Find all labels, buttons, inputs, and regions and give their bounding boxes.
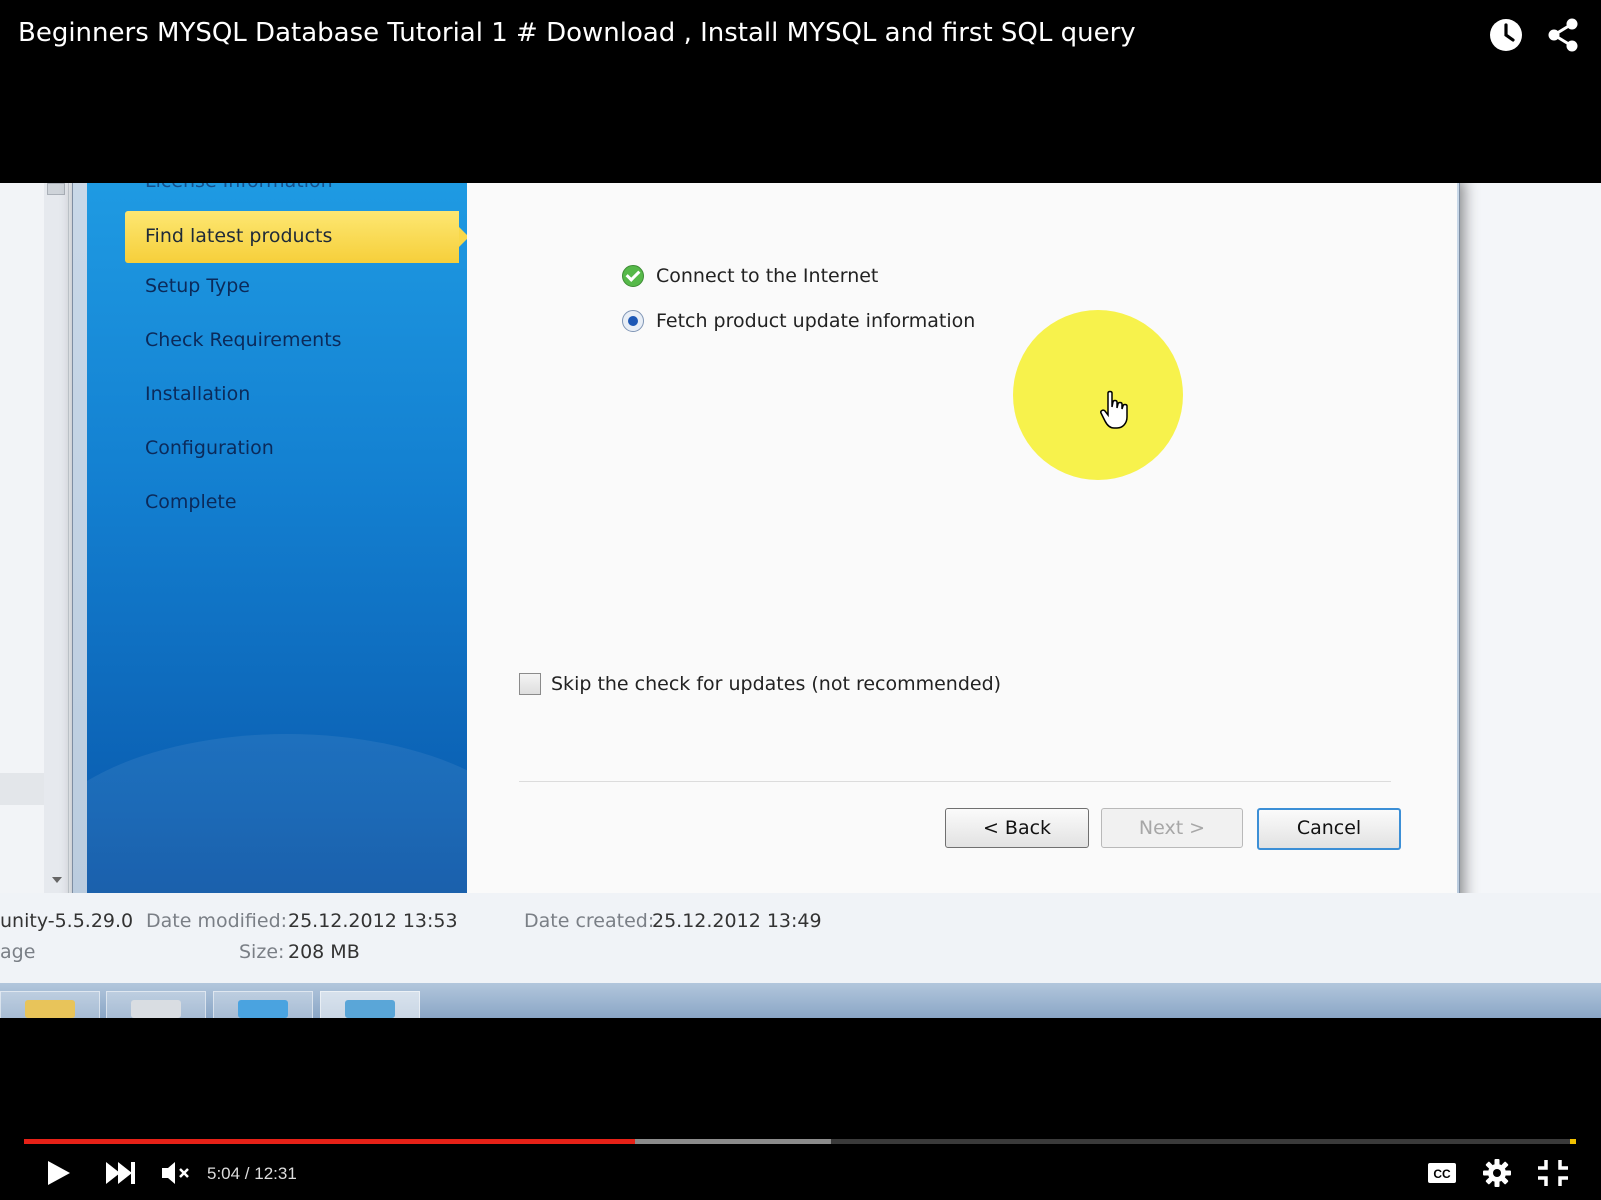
video-title[interactable]: Beginners MYSQL Database Tutorial 1 # Do…: [18, 18, 1136, 48]
explorer-details-pane: unity-5.5.29.0 Date modified: 25.12.2012…: [0, 893, 1601, 983]
play-icon[interactable]: [44, 1159, 72, 1187]
video-title-bar: Beginners MYSQL Database Tutorial 1 # Do…: [0, 0, 1601, 72]
exit-fullscreen-icon[interactable]: [1536, 1158, 1570, 1188]
task-label: Fetch product update information: [656, 310, 976, 332]
taskbar-mysql-button[interactable]: [320, 991, 420, 1018]
scroll-thumb[interactable]: [47, 183, 65, 195]
closed-captions-button[interactable]: CC: [1427, 1162, 1457, 1184]
cancel-button[interactable]: Cancel: [1257, 808, 1401, 850]
file-name: unity-5.5.29.0: [0, 910, 134, 932]
scroll-down-icon[interactable]: [52, 877, 62, 883]
installer-icon: [238, 1000, 288, 1018]
mysql-icon: [345, 1000, 395, 1018]
next-button[interactable]: Next >: [1101, 808, 1243, 848]
button-divider: [519, 781, 1391, 782]
explorer-nav-row: [0, 773, 44, 805]
cc-label: CC: [1433, 1167, 1451, 1181]
gear-icon[interactable]: [1482, 1158, 1512, 1188]
video-frame[interactable]: License Information Find latest products…: [0, 183, 1601, 1018]
step-check-requirements: Check Requirements: [145, 329, 342, 351]
step-complete: Complete: [145, 491, 237, 513]
time-display: 5:04 / 12:31: [207, 1164, 297, 1183]
volume-muted-icon[interactable]: [160, 1159, 192, 1187]
skip-updates-label[interactable]: Skip the check for updates (not recommen…: [551, 673, 1001, 695]
skip-next-icon[interactable]: [104, 1159, 136, 1187]
step-license-information: License Information: [145, 183, 333, 192]
step-label: Find latest products: [145, 225, 333, 247]
step-configuration: Configuration: [145, 437, 274, 459]
task-label: Connect to the Internet: [656, 265, 879, 287]
skip-updates-checkbox[interactable]: [519, 673, 541, 695]
taskbar-app-button[interactable]: [106, 991, 206, 1018]
date-created-value: 25.12.2012 13:49: [652, 910, 822, 932]
window-icon: [131, 1000, 181, 1018]
date-modified-label: Date modified:: [146, 910, 288, 932]
date-created-label: Date created:: [524, 910, 655, 932]
progress-bar[interactable]: [24, 1139, 1576, 1144]
in-progress-icon: [622, 310, 644, 332]
progress-played: [24, 1139, 636, 1144]
explorer-nav-pane: [0, 183, 45, 893]
size-value: 208 MB: [288, 941, 360, 963]
cursor-highlight: [1013, 310, 1183, 480]
folder-icon: [25, 1000, 75, 1018]
explorer-file-area: [1460, 183, 1601, 893]
check-icon: [622, 265, 644, 287]
step-installation: Installation: [145, 383, 251, 405]
date-modified-value: 25.12.2012 13:53: [288, 910, 458, 932]
step-setup-type: Setup Type: [145, 275, 250, 297]
share-icon[interactable]: [1545, 17, 1581, 53]
clock-icon[interactable]: [1488, 17, 1524, 53]
progress-end-marker: [1570, 1139, 1576, 1144]
file-type: age: [0, 941, 36, 963]
step-find-latest-products-active: Find latest products: [125, 211, 467, 263]
size-label: Size:: [239, 941, 285, 963]
back-button[interactable]: < Back: [945, 808, 1089, 848]
taskbar-app-button[interactable]: [213, 991, 313, 1018]
explorer-scrollbar[interactable]: [44, 183, 69, 893]
taskbar-explorer-button[interactable]: [0, 991, 100, 1018]
hand-pointer-icon: [1100, 390, 1128, 429]
windows-taskbar: [0, 983, 1601, 1018]
